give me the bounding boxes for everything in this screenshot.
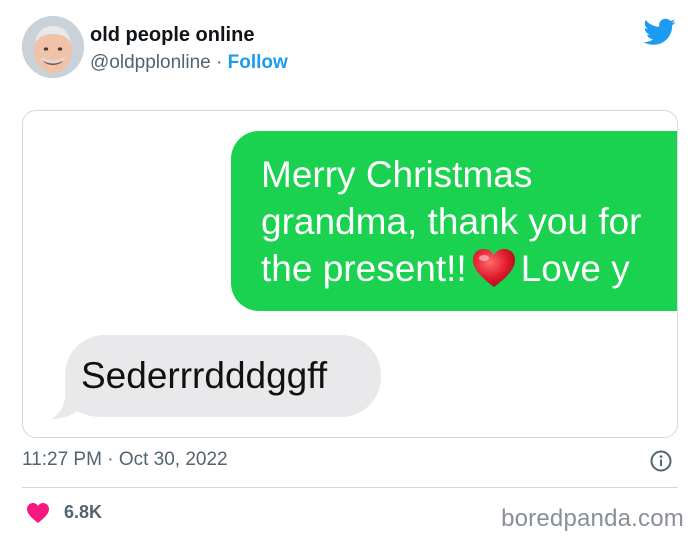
tweet-timestamp[interactable]: 11:27 PM · Oct 30, 2022 [22,449,228,471]
author-handle[interactable]: @oldpplonline [90,52,211,73]
received-message-text: Sederrrdddggff [81,355,328,396]
like-count[interactable]: 6.8K [64,502,102,523]
sent-message-line-3-end: Love y [520,248,630,289]
author-name[interactable]: old people online [90,24,254,47]
sent-message-line-3: the present!! Love y [261,245,677,292]
red-heart-emoji-icon [472,249,515,287]
handle-separator: · [216,52,223,73]
sent-message-text: Merry Christmas grandma, thank you for t… [261,151,677,292]
timestamp-separator: · [107,449,114,470]
sent-message-bubble: Merry Christmas grandma, thank you for t… [231,131,677,311]
sent-message-line-1: Merry Christmas [261,154,533,195]
sent-message-line-3-start: the present!! [261,248,467,289]
author-handle-row: @oldpplonline · Follow [90,52,288,74]
divider [22,487,678,488]
twitter-bird-icon[interactable] [644,18,676,46]
info-icon[interactable] [650,450,672,472]
tweet-header: old people online @oldpplonline · Follow [22,16,682,80]
sent-message-line-2: grandma, thank you for [261,201,642,242]
tweet-date: Oct 30, 2022 [118,449,228,470]
follow-button[interactable]: Follow [228,52,288,73]
tweet-time: 11:27 PM [22,449,102,470]
tweet-card: old people online @oldpplonline · Follow… [0,0,700,540]
heart-icon[interactable] [26,502,50,524]
watermark: boredpanda.com [501,505,684,532]
received-message-bubble: Sederrrdddggff [51,333,381,421]
avatar[interactable] [22,16,84,78]
tweet-media-image[interactable]: Merry Christmas grandma, thank you for t… [22,110,678,438]
